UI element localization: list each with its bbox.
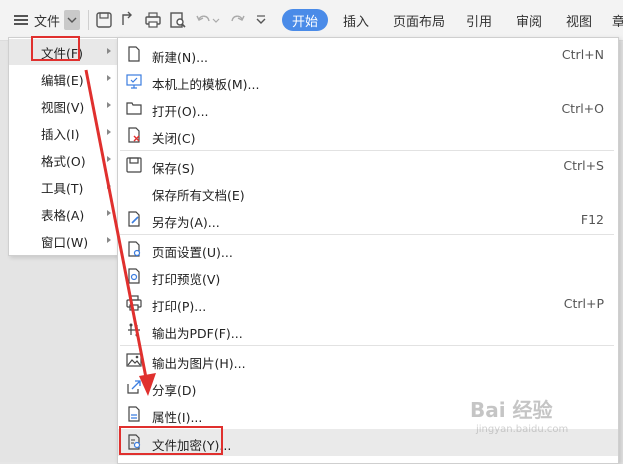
watermark-url: jingyan.baidu.com (476, 424, 569, 435)
watermark-logo: Bai 经验 (470, 398, 553, 422)
annotation-arrow (84, 69, 156, 396)
